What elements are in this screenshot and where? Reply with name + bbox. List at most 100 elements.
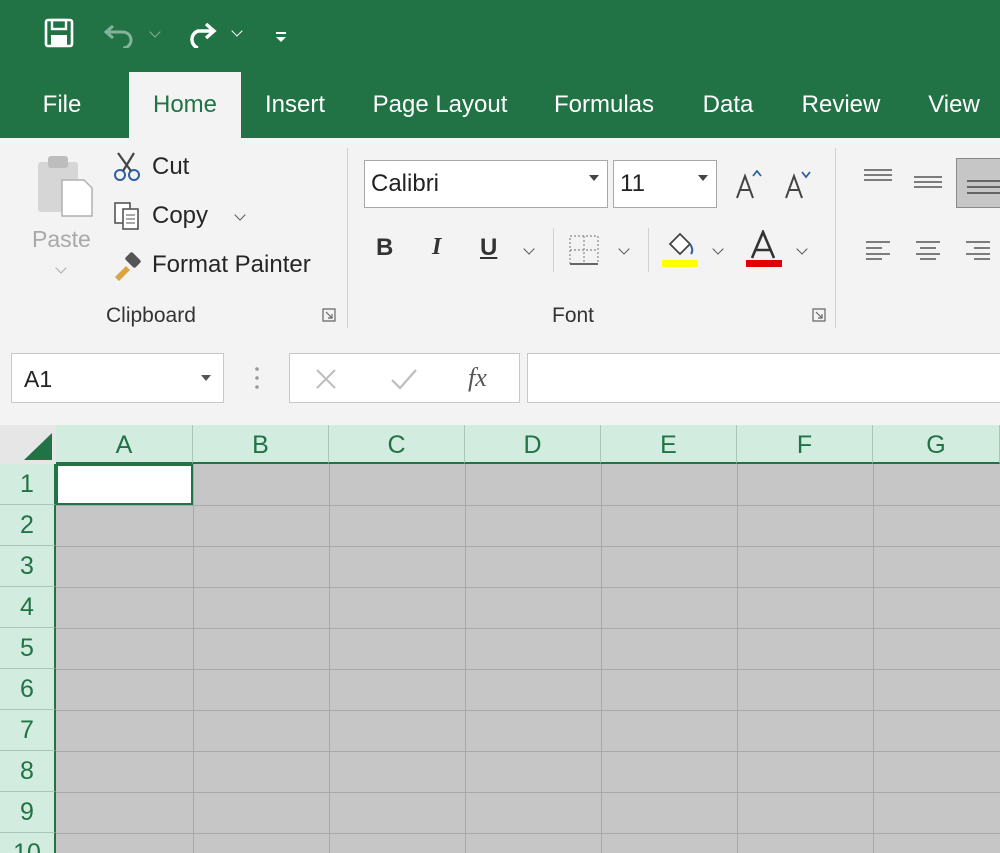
grid-line — [56, 505, 1000, 506]
grid-line — [56, 710, 1000, 711]
paste-icon — [34, 154, 94, 218]
grid-line — [193, 464, 194, 853]
grid-line — [56, 751, 1000, 752]
scissors-icon — [112, 151, 144, 183]
bottom-align-icon[interactable] — [956, 158, 1000, 208]
name-box-dropdown-icon[interactable] — [201, 375, 211, 381]
column-header-b[interactable]: B — [193, 425, 329, 464]
redo-dropdown-icon[interactable] — [231, 25, 243, 37]
fill-color-icon[interactable] — [662, 230, 698, 268]
name-box[interactable]: A1 — [11, 353, 224, 403]
font-color-dropdown-icon[interactable] — [796, 243, 808, 255]
grid-line — [56, 628, 1000, 629]
align-right-icon[interactable] — [964, 240, 992, 260]
column-header-d[interactable]: D — [465, 425, 601, 464]
font-name-select[interactable]: Calibri — [364, 160, 608, 208]
clipboard-dialog-launcher-icon[interactable] — [322, 308, 336, 322]
row-header-5[interactable]: 5 — [0, 628, 56, 669]
formula-input[interactable] — [527, 353, 1000, 403]
font-size-select[interactable]: 11 — [613, 160, 717, 208]
align-center-icon[interactable] — [914, 240, 942, 260]
underline-button[interactable]: U — [480, 234, 497, 262]
column-header-c[interactable]: C — [329, 425, 465, 464]
font-dialog-launcher-icon[interactable] — [812, 308, 826, 322]
insert-function-button[interactable]: fx — [468, 363, 487, 393]
paste-button[interactable]: Paste — [26, 150, 98, 290]
italic-button[interactable]: I — [432, 234, 441, 261]
font-size-dropdown-icon — [698, 175, 708, 181]
undo-icon[interactable] — [103, 20, 139, 50]
increase-font-size-icon[interactable] — [735, 169, 763, 200]
quick-access-toolbar — [0, 0, 1000, 72]
clipboard-group-label: Clipboard — [106, 304, 196, 327]
row-header-4[interactable]: 4 — [0, 587, 56, 628]
row-header-7[interactable]: 7 — [0, 710, 56, 751]
tab-view[interactable]: View — [916, 72, 992, 138]
borders-icon[interactable] — [568, 234, 600, 266]
row-header-10[interactable]: 10 — [0, 833, 56, 853]
group-separator — [347, 148, 348, 328]
row-header-8[interactable]: 8 — [0, 751, 56, 792]
formula-bar-grip-icon[interactable] — [255, 366, 259, 390]
row-header-1[interactable]: 1 — [0, 464, 56, 505]
align-left-icon[interactable] — [864, 240, 892, 260]
copy-dropdown-icon[interactable] — [234, 209, 246, 221]
tab-file[interactable]: File — [26, 72, 98, 138]
name-box-value: A1 — [24, 366, 53, 392]
column-header-g[interactable]: G — [873, 425, 1000, 464]
underline-dropdown-icon[interactable] — [523, 243, 535, 255]
borders-dropdown-icon[interactable] — [618, 243, 630, 255]
tab-insert[interactable]: Insert — [250, 72, 340, 138]
undo-dropdown-icon[interactable] — [149, 26, 161, 38]
font-separator — [553, 228, 554, 272]
grid-line — [329, 464, 330, 853]
copy-icon — [112, 200, 144, 232]
cut-label: Cut — [152, 153, 190, 180]
grid-line — [873, 464, 874, 853]
grid-line — [56, 587, 1000, 588]
decrease-font-size-icon[interactable] — [784, 170, 812, 200]
paste-label: Paste — [32, 226, 91, 252]
select-all-button[interactable] — [0, 425, 56, 464]
cut-button[interactable]: Cut — [112, 150, 189, 184]
font-name-value: Calibri — [371, 170, 440, 197]
font-group-label: Font — [552, 304, 595, 327]
column-header-f[interactable]: F — [737, 425, 873, 464]
save-icon[interactable] — [44, 18, 74, 48]
grid-line — [601, 464, 602, 853]
copy-label: Copy — [152, 202, 209, 229]
top-align-icon[interactable] — [862, 168, 894, 184]
font-color-icon[interactable] — [746, 228, 782, 268]
tab-data[interactable]: Data — [690, 72, 766, 138]
format-painter-icon — [112, 249, 144, 281]
middle-align-icon[interactable] — [912, 174, 944, 192]
copy-button[interactable]: Copy — [112, 199, 208, 233]
row-header-6[interactable]: 6 — [0, 669, 56, 710]
tab-page-layout[interactable]: Page Layout — [360, 72, 520, 138]
grid-line — [737, 464, 738, 853]
group-separator — [835, 148, 836, 328]
cancel-icon[interactable] — [314, 367, 338, 391]
row-header-9[interactable]: 9 — [0, 792, 56, 833]
row-header-2[interactable]: 2 — [0, 505, 56, 546]
formula-actions: fx — [289, 353, 520, 403]
font-name-dropdown-icon — [589, 175, 599, 181]
tab-home[interactable]: Home — [129, 72, 241, 138]
tab-formulas[interactable]: Formulas — [540, 72, 668, 138]
home-ribbon: Paste Cut Copy Format Painter Clipboard … — [0, 138, 1000, 334]
cell-a1[interactable] — [56, 464, 193, 505]
fill-color-dropdown-icon[interactable] — [712, 243, 724, 255]
paste-dropdown-icon[interactable] — [55, 262, 67, 274]
column-header-a[interactable]: A — [56, 425, 193, 464]
redo-icon[interactable] — [184, 20, 220, 50]
enter-icon[interactable] — [390, 367, 418, 391]
tab-review[interactable]: Review — [790, 72, 892, 138]
font-size-value: 11 — [620, 170, 645, 197]
grid-line — [465, 464, 466, 853]
customize-qat-icon[interactable] — [274, 30, 288, 42]
row-header-3[interactable]: 3 — [0, 546, 56, 587]
bold-button[interactable]: B — [376, 234, 393, 262]
ribbon-tabs: File Home Insert Page Layout Formulas Da… — [0, 72, 1000, 138]
format-painter-button[interactable]: Format Painter — [112, 248, 311, 282]
column-header-e[interactable]: E — [601, 425, 737, 464]
